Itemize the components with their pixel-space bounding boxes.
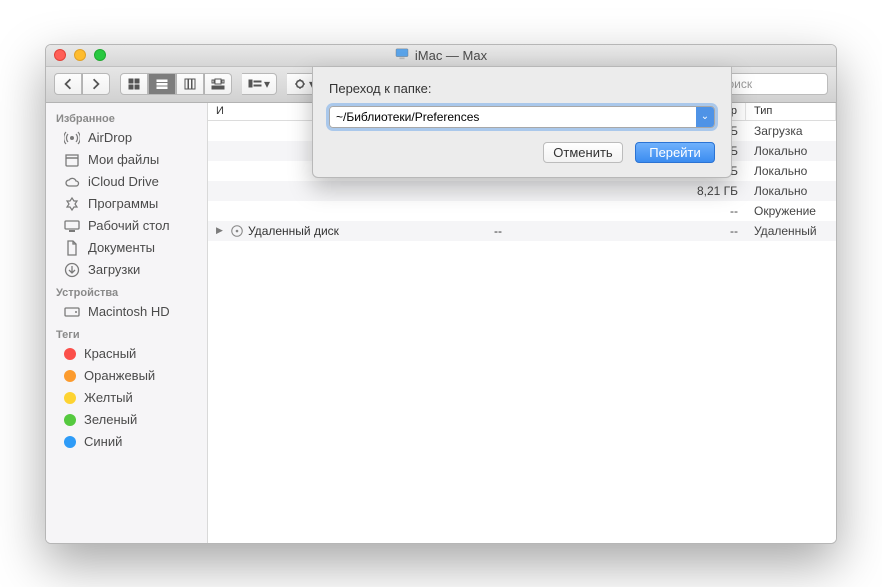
sidebar-header-devices: Устройства: [46, 281, 207, 301]
column-view-button[interactable]: [176, 73, 204, 95]
sidebar-item-label: Macintosh HD: [88, 304, 170, 319]
desktop-icon: [64, 218, 80, 234]
view-buttons: [120, 73, 232, 95]
sidebar-item-label: Желтый: [84, 390, 133, 405]
cell-type: Локально: [746, 184, 836, 198]
sidebar-item-apps[interactable]: Программы: [46, 193, 207, 215]
cancel-button[interactable]: Отменить: [543, 142, 623, 163]
tag-color-icon: [64, 414, 76, 426]
nav-buttons: [54, 73, 110, 95]
tag-color-icon: [64, 436, 76, 448]
disclosure-triangle-icon[interactable]: ▶: [216, 225, 226, 236]
cell-name: Удаленный диск: [248, 224, 339, 238]
back-button[interactable]: [54, 73, 82, 95]
cell-size: --: [676, 204, 746, 218]
tag-color-icon: [64, 392, 76, 404]
sidebar-item-label: Красный: [84, 346, 136, 361]
table-row[interactable]: --Окружение: [208, 201, 836, 221]
sidebar-item-documents[interactable]: Документы: [46, 237, 207, 259]
cell-size: 8,21 ГБ: [676, 184, 746, 198]
sidebar-item-label: Синий: [84, 434, 122, 449]
cell-type: Окружение: [746, 204, 836, 218]
close-window-button[interactable]: [54, 49, 66, 61]
sidebar-item-hdd[interactable]: Macintosh HD: [46, 301, 207, 323]
sidebar-item-label: Оранжевый: [84, 368, 155, 383]
sidebar-item-downloads[interactable]: Загрузки: [46, 259, 207, 281]
sidebar-item-label: Мои файлы: [88, 152, 159, 167]
sidebar-item-label: Рабочий стол: [88, 218, 170, 233]
folder-path-combobox[interactable]: ⌄: [329, 106, 715, 128]
arrange-button[interactable]: ▾: [242, 73, 277, 95]
sidebar-header-tags: Теги: [46, 323, 207, 343]
imac-icon: [395, 48, 409, 63]
sheet-label: Переход к папке:: [329, 81, 715, 96]
apps-icon: [64, 196, 80, 212]
sidebar-tag[interactable]: Оранжевый: [46, 365, 207, 387]
sidebar-item-myfiles[interactable]: Мои файлы: [46, 149, 207, 171]
window-title: iMac — Max: [395, 48, 487, 63]
sidebar-item-airdrop[interactable]: AirDrop: [46, 127, 207, 149]
go-button[interactable]: Перейти: [635, 142, 715, 163]
list-view-button[interactable]: [148, 73, 176, 95]
remote-disk-icon: [230, 224, 244, 238]
coverflow-view-button[interactable]: [204, 73, 232, 95]
forward-button[interactable]: [82, 73, 110, 95]
sidebar-item-label: AirDrop: [88, 130, 132, 145]
go-to-folder-sheet: Переход к папке: ⌄ Отменить Перейти: [312, 67, 732, 178]
cell-type: Локально: [746, 164, 836, 178]
sidebar-header-favorites: Избранное: [46, 107, 207, 127]
cloud-icon: [64, 174, 80, 190]
column-type[interactable]: Тип: [746, 103, 836, 120]
sidebar-item-desktop[interactable]: Рабочий стол: [46, 215, 207, 237]
sidebar: Избранное AirDrop Мои файлы iCloud Drive Пр…: [46, 103, 208, 543]
sidebar-item-label: Зеленый: [84, 412, 137, 427]
tag-color-icon: [64, 348, 76, 360]
sidebar-item-label: Загрузки: [88, 262, 140, 277]
cell-type: Удаленный: [746, 224, 836, 238]
table-row[interactable]: ▶Удаленный диск----Удаленный: [208, 221, 836, 241]
sidebar-tag[interactable]: Зеленый: [46, 409, 207, 431]
titlebar: iMac — Max: [46, 45, 836, 67]
folder-path-input[interactable]: [330, 107, 696, 127]
airdrop-icon: [64, 130, 80, 146]
sidebar-item-label: Документы: [88, 240, 155, 255]
file-list: И Размер Тип 7,47 ГБЗагрузка8,65 ГБЛокал…: [208, 103, 836, 543]
zoom-window-button[interactable]: [94, 49, 106, 61]
sidebar-item-cloud[interactable]: iCloud Drive: [46, 171, 207, 193]
myfiles-icon: [64, 152, 80, 168]
sidebar-item-label: Программы: [88, 196, 158, 211]
minimize-window-button[interactable]: [74, 49, 86, 61]
cell-size: --: [676, 224, 746, 238]
sidebar-item-label: iCloud Drive: [88, 174, 159, 189]
chevron-down-icon[interactable]: ⌄: [696, 107, 714, 127]
cell-type: Локально: [746, 144, 836, 158]
finder-window: iMac — Max ▾ ▾ Поиск: [45, 44, 837, 544]
documents-icon: [64, 240, 80, 256]
table-row[interactable]: 8,21 ГБЛокально: [208, 181, 836, 201]
sidebar-tag[interactable]: Желтый: [46, 387, 207, 409]
icon-view-button[interactable]: [120, 73, 148, 95]
sidebar-tag[interactable]: Красный: [46, 343, 207, 365]
cell-date: --: [486, 224, 676, 238]
downloads-icon: [64, 262, 80, 278]
tag-color-icon: [64, 370, 76, 382]
sidebar-tag[interactable]: Синий: [46, 431, 207, 453]
cell-type: Загрузка: [746, 124, 836, 138]
hdd-icon: [64, 304, 80, 320]
